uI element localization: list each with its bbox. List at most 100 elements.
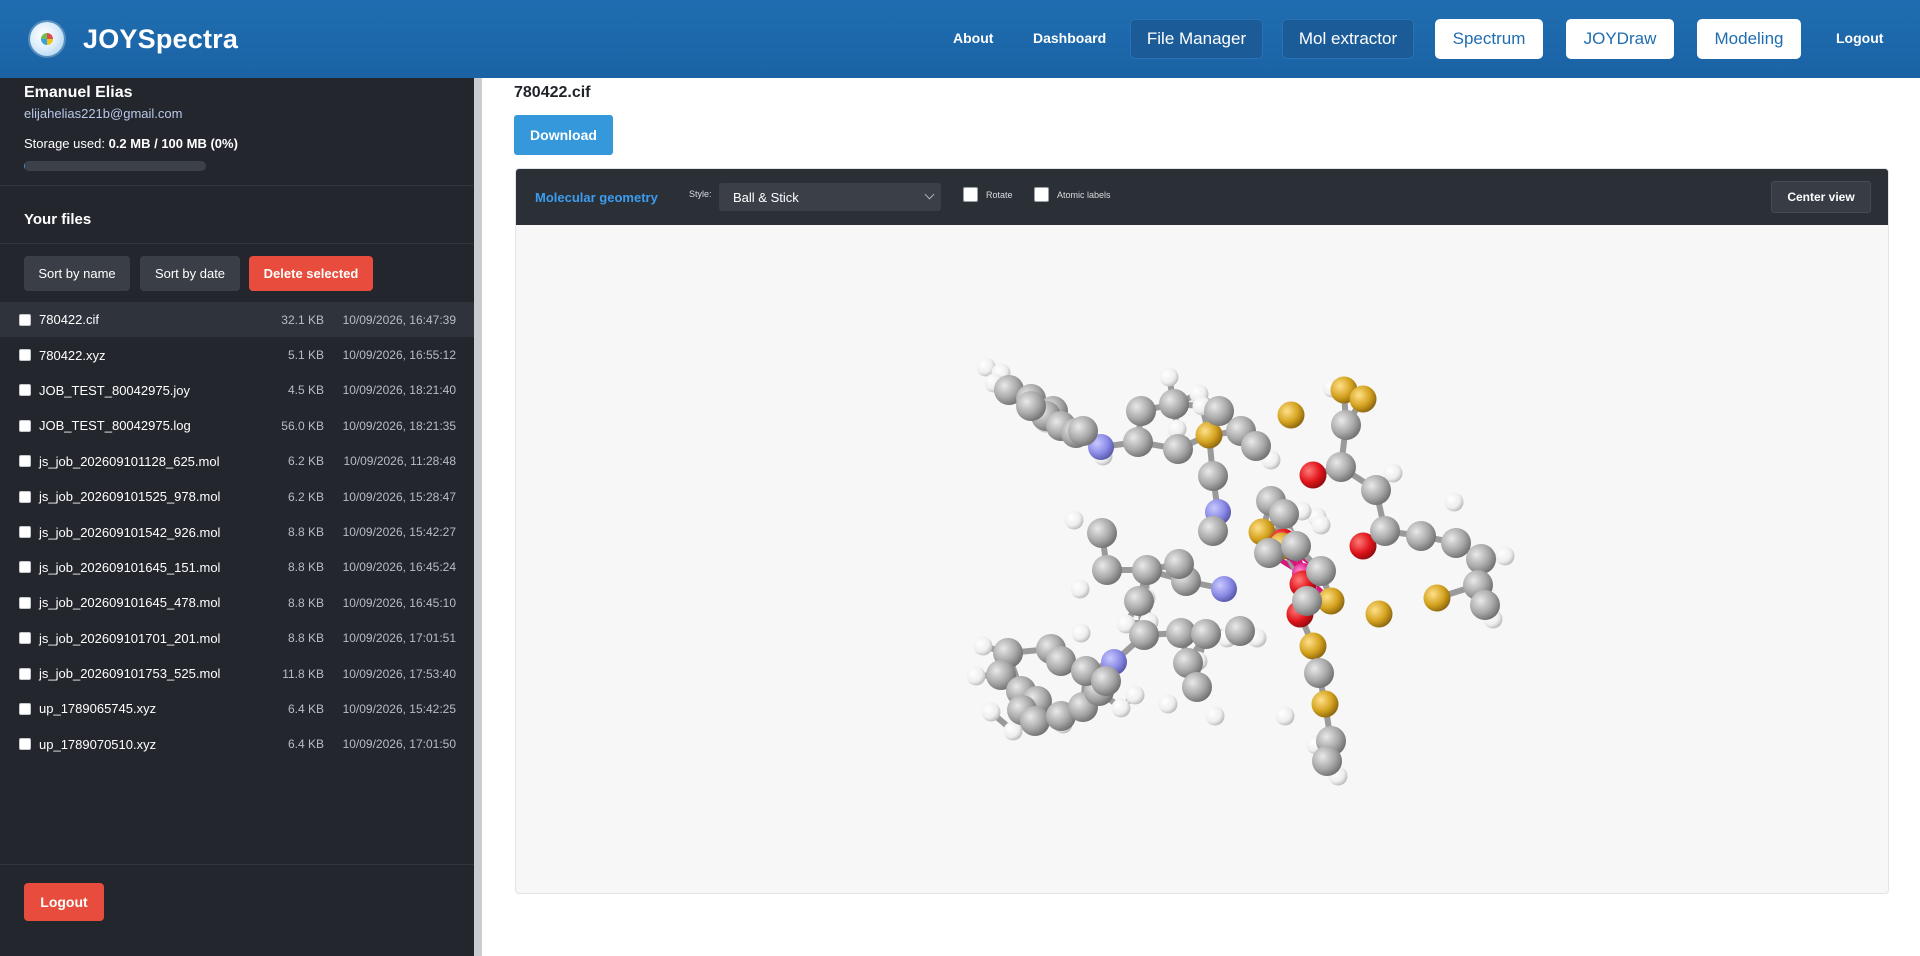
file-select-checkbox[interactable] (19, 632, 31, 645)
file-name[interactable]: js_job_202609101525_978.mol (39, 489, 220, 504)
center-view-button[interactable]: Center view (1771, 181, 1871, 213)
file-select-checkbox[interactable] (19, 490, 31, 503)
current-file-title: 780422.cif (514, 84, 591, 101)
file-select-checkbox[interactable] (19, 596, 31, 609)
nav-spectrum-button[interactable]: Spectrum (1435, 19, 1543, 59)
atom (1211, 576, 1237, 602)
atom (1311, 515, 1331, 535)
atom (1159, 389, 1189, 419)
atom (1241, 431, 1271, 461)
atom (1281, 531, 1311, 561)
file-row[interactable]: JOB_TEST_80042975.log 56.0 KB 10/09/2026, … (0, 408, 474, 443)
sidebar-logout-button[interactable]: Logout (24, 883, 104, 921)
file-row[interactable]: js_job_202609101128_625.mol 6.2 KB 10/09/2… (0, 444, 474, 479)
file-select-checkbox[interactable] (19, 702, 31, 715)
nav-about-link[interactable]: About (953, 30, 993, 46)
molecule-viewer: Molecular geometry Style: Ball & Stick R… (515, 168, 1889, 894)
user-name: Emanuel Elias (24, 84, 133, 101)
file-date: 10/09/2026, 16:45:24 (342, 560, 456, 575)
file-row[interactable]: js_job_202609101645_478.mol 8.8 KB 10/09/2… (0, 585, 474, 620)
file-row[interactable]: up_1789070510.xyz 6.4 KB 10/09/2026, 17:01… (0, 727, 474, 762)
file-date: 10/09/2026, 16:55:12 (342, 348, 456, 363)
file-name[interactable]: js_job_202609101645_151.mol (39, 560, 220, 575)
nav-modeling-button[interactable]: Modeling (1697, 19, 1801, 59)
nav-mol-extractor-button[interactable]: Mol extractor (1282, 19, 1414, 59)
nav-logout-link[interactable]: Logout (1836, 30, 1883, 46)
file-row[interactable]: js_job_202609101753_525.mol 11.8 KB 10/09/… (0, 656, 474, 691)
file-row[interactable]: js_job_202609101542_926.mol 8.8 KB 10/09/2… (0, 514, 474, 549)
your-files-heading: Your files (24, 211, 92, 228)
file-name[interactable]: 780422.cif (39, 312, 99, 327)
sort-by-name-button[interactable]: Sort by name (24, 256, 130, 291)
file-size: 5.1 KB (287, 348, 324, 363)
file-name[interactable]: js_job_202609101753_525.mol (39, 666, 220, 681)
file-name[interactable]: js_job_202609101645_478.mol (39, 595, 220, 610)
rotate-checkbox[interactable] (963, 187, 978, 202)
file-row[interactable]: js_job_202609101701_201.mol 8.8 KB 10/09/2… (0, 621, 474, 656)
atom (1292, 586, 1322, 616)
atom (1129, 620, 1159, 650)
file-name[interactable]: 780422.xyz (39, 348, 106, 363)
file-size: 8.8 KB (287, 560, 324, 575)
atom (1091, 666, 1121, 696)
atom (1159, 367, 1179, 387)
file-name[interactable]: up_1789070510.xyz (39, 737, 156, 752)
file-size: 6.4 KB (287, 701, 324, 716)
molecule-3d-canvas[interactable] (516, 225, 1889, 894)
file-date: 10/09/2026, 17:01:51 (342, 631, 456, 646)
file-name[interactable]: js_job_202609101542_926.mol (39, 525, 220, 540)
atom (1277, 401, 1305, 429)
file-select-checkbox[interactable] (19, 313, 31, 326)
file-size: 6.2 KB (287, 489, 324, 504)
file-select-checkbox[interactable] (19, 526, 31, 539)
file-name[interactable]: js_job_202609101128_625.mol (39, 454, 219, 469)
file-select-checkbox[interactable] (19, 561, 31, 574)
file-select-checkbox[interactable] (19, 667, 31, 680)
nav-dashboard-link[interactable]: Dashboard (1033, 30, 1106, 46)
file-size: 32.1 KB (281, 312, 324, 327)
sidebar-divider (0, 185, 474, 186)
atom (1020, 706, 1050, 736)
viewer-toolbar: Molecular geometry Style: Ball & Stick R… (516, 169, 1888, 225)
storage-progress-bar (24, 161, 206, 171)
file-row[interactable]: JOB_TEST_80042975.joy 4.5 KB 10/09/2026, 1… (0, 373, 474, 408)
joyspectra-logo-icon[interactable] (30, 22, 64, 56)
file-size: 8.8 KB (287, 595, 324, 610)
atom (1092, 555, 1122, 585)
file-name[interactable]: up_1789065745.xyz (39, 701, 156, 716)
delete-selected-button[interactable]: Delete selected (249, 256, 373, 291)
atomic-labels-label: Atomic labels (1057, 190, 1111, 200)
sort-by-date-button[interactable]: Sort by date (140, 256, 240, 291)
file-row[interactable]: up_1789065745.xyz 6.4 KB 10/09/2026, 15:42… (0, 691, 474, 726)
file-select-checkbox[interactable] (19, 419, 31, 432)
file-select-checkbox[interactable] (19, 738, 31, 751)
file-name[interactable]: JOB_TEST_80042975.joy (39, 383, 190, 398)
file-size: 6.4 KB (287, 737, 324, 752)
file-name[interactable]: js_job_202609101701_201.mol (39, 631, 220, 646)
file-row[interactable]: js_job_202609101645_151.mol 8.8 KB 10/09/2… (0, 550, 474, 585)
file-date: 10/09/2026, 16:45:10 (342, 595, 456, 610)
top-navbar: JOYSpectra About Dashboard File Manager … (0, 0, 1920, 78)
file-select-checkbox[interactable] (19, 349, 31, 362)
file-name[interactable]: JOB_TEST_80042975.log (39, 418, 191, 433)
sidebar-resize-handle[interactable] (474, 78, 482, 956)
nav-joydraw-button[interactable]: JOYDraw (1566, 19, 1674, 59)
brand-name[interactable]: JOYSpectra (83, 24, 238, 55)
file-select-checkbox[interactable] (19, 455, 31, 468)
file-date: 10/09/2026, 17:01:50 (342, 737, 456, 752)
sidebar-divider (0, 243, 474, 244)
file-row[interactable]: 780422.cif 32.1 KB 10/09/2026, 16:47:39 (0, 302, 474, 338)
file-size: 4.5 KB (287, 383, 324, 398)
nav-file-manager-button[interactable]: File Manager (1130, 19, 1263, 59)
file-select-checkbox[interactable] (19, 384, 31, 397)
atom (1349, 385, 1377, 413)
file-row[interactable]: 780422.xyz 5.1 KB 10/09/2026, 16:55:12 (0, 337, 474, 372)
download-button[interactable]: Download (514, 115, 613, 155)
atom (1365, 600, 1393, 628)
atom (1163, 434, 1193, 464)
file-row[interactable]: js_job_202609101525_978.mol 6.2 KB 10/09/2… (0, 479, 474, 514)
file-date: 10/09/2026, 16:47:39 (342, 312, 456, 327)
style-select[interactable]: Ball & Stick (719, 183, 941, 211)
user-email: elijahelias221b@gmail.com (24, 106, 183, 121)
atomic-labels-checkbox[interactable] (1034, 187, 1049, 202)
